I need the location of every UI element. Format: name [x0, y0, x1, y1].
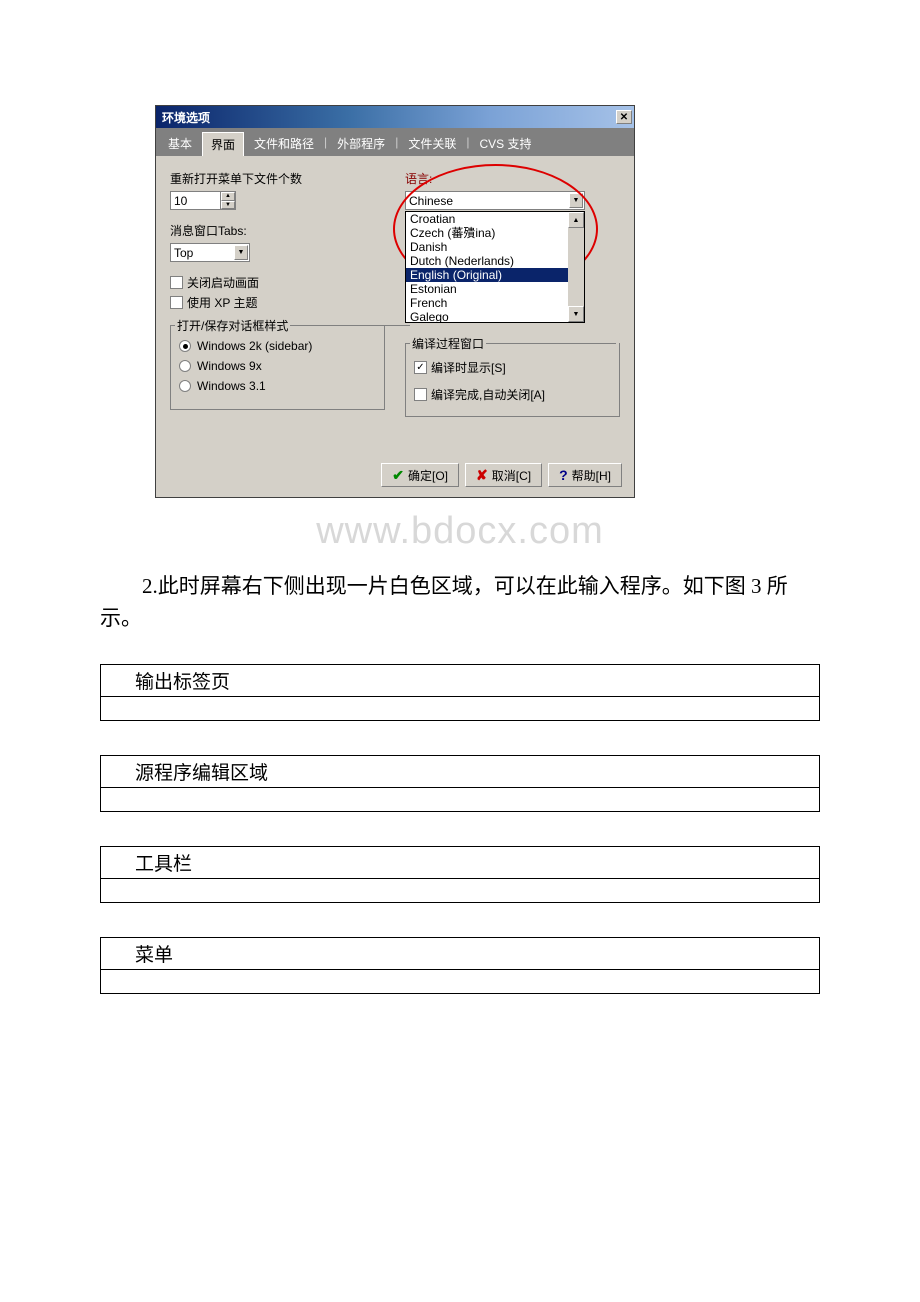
watermark-text: www.bdocx.com [100, 510, 820, 553]
cb-showcompile-label: 编译时显示[S] [431, 359, 506, 376]
titlebar[interactable]: 环境选项 ✕ [156, 106, 634, 128]
checkbox-splash[interactable] [170, 276, 183, 289]
lang-option[interactable]: French [406, 296, 584, 310]
reopen-count-input[interactable] [170, 191, 220, 210]
reopen-label: 重新打开菜单下文件个数 [170, 170, 385, 187]
chevron-down-icon[interactable]: ▼ [568, 306, 584, 322]
language-label: 语言: [405, 170, 620, 187]
msgtab-select[interactable]: Top ▼ [170, 243, 250, 262]
lang-option[interactable]: Croatian [406, 212, 584, 226]
label-box-menu: 菜单 [100, 937, 820, 994]
chevron-down-icon[interactable]: ▼ [221, 201, 235, 210]
box-label: 工具栏 [101, 847, 820, 879]
radio-win31-label: Windows 3.1 [197, 379, 266, 393]
chevron-up-icon[interactable]: ▲ [221, 192, 235, 201]
box-empty [101, 879, 820, 903]
msgtab-label: 消息窗口Tabs: [170, 222, 385, 239]
lang-option[interactable]: English (Original) [406, 268, 584, 282]
close-icon[interactable]: ✕ [616, 110, 632, 124]
radio-win2k-label: Windows 2k (sidebar) [197, 339, 312, 353]
label-box-output: 输出标签页 [100, 664, 820, 721]
radio-win2k[interactable] [179, 340, 191, 352]
lang-option[interactable]: Dutch (Nederlands) [406, 254, 584, 268]
question-icon: ? [559, 467, 568, 483]
window-title: 环境选项 [162, 109, 210, 126]
tab-external[interactable]: 外部程序 [329, 132, 393, 156]
x-icon: ✘ [476, 467, 488, 484]
group-dialog-title: 打开/保存对话框样式 [175, 317, 290, 334]
lang-option[interactable]: Galego [406, 310, 584, 323]
box-empty [101, 697, 820, 721]
tab-interface[interactable]: 界面 [202, 132, 244, 156]
scrollbar[interactable]: ▲ ▼ [568, 212, 584, 322]
cancel-button[interactable]: ✘取消[C] [465, 463, 542, 487]
box-empty [101, 970, 820, 994]
group-compile-title: 编译过程窗口 [410, 335, 486, 352]
checkbox-xptheme[interactable] [170, 296, 183, 309]
box-label: 源程序编辑区域 [101, 756, 820, 788]
lang-option[interactable]: Czech (蕃殨ina) [406, 226, 584, 240]
dialog-style-group: 打开/保存对话框样式 Windows 2k (sidebar) Windows … [170, 325, 385, 410]
chevron-down-icon[interactable]: ▼ [569, 193, 583, 208]
tab-cvs[interactable]: CVS 支持 [471, 132, 539, 156]
msgtab-value: Top [174, 246, 193, 260]
compile-group: 编译过程窗口 ✓ 编译时显示[S] 编译完成,自动关闭[A] [405, 343, 620, 417]
spinner-control[interactable]: ▲ ▼ [220, 191, 236, 210]
box-label: 菜单 [101, 938, 820, 970]
lang-option[interactable]: Danish [406, 240, 584, 254]
cb-splash-label: 关闭启动画面 [187, 274, 259, 291]
box-label: 输出标签页 [101, 665, 820, 697]
checkbox-showcompile[interactable]: ✓ [414, 361, 427, 374]
tab-basic[interactable]: 基本 [160, 132, 200, 156]
radio-win9x[interactable] [179, 360, 191, 372]
ok-button[interactable]: ✔确定[O] [381, 463, 459, 487]
check-icon: ✔ [392, 467, 404, 484]
radio-win31[interactable] [179, 380, 191, 392]
tab-files[interactable]: 文件和路径 [246, 132, 322, 156]
checkbox-autoclose[interactable] [414, 388, 427, 401]
box-empty [101, 788, 820, 812]
cb-xptheme-label: 使用 XP 主题 [187, 294, 257, 311]
language-dropdown-list[interactable]: Croatian Czech (蕃殨ina) Danish Dutch (Ned… [405, 211, 585, 323]
tab-assoc[interactable]: 文件关联 [400, 132, 464, 156]
cb-autoclose-label: 编译完成,自动关闭[A] [431, 386, 545, 403]
chevron-up-icon[interactable]: ▲ [568, 212, 584, 228]
lang-option[interactable]: Estonian [406, 282, 584, 296]
language-select[interactable]: Chinese ▼ [405, 191, 585, 210]
language-value: Chinese [409, 194, 453, 208]
label-box-editor: 源程序编辑区域 [100, 755, 820, 812]
body-paragraph: 2.此时屏幕右下侧出现一片白色区域，可以在此输入程序。如下图 3 所示。 [100, 571, 820, 634]
help-button[interactable]: ?帮助[H] [548, 463, 622, 487]
env-options-dialog: 环境选项 ✕ 基本 界面 文件和路径 | 外部程序 | 文件关联 | CVS 支… [155, 105, 635, 498]
chevron-down-icon[interactable]: ▼ [234, 245, 248, 260]
tab-strip: 基本 界面 文件和路径 | 外部程序 | 文件关联 | CVS 支持 [156, 128, 634, 156]
radio-win9x-label: Windows 9x [197, 359, 262, 373]
label-box-toolbar: 工具栏 [100, 846, 820, 903]
